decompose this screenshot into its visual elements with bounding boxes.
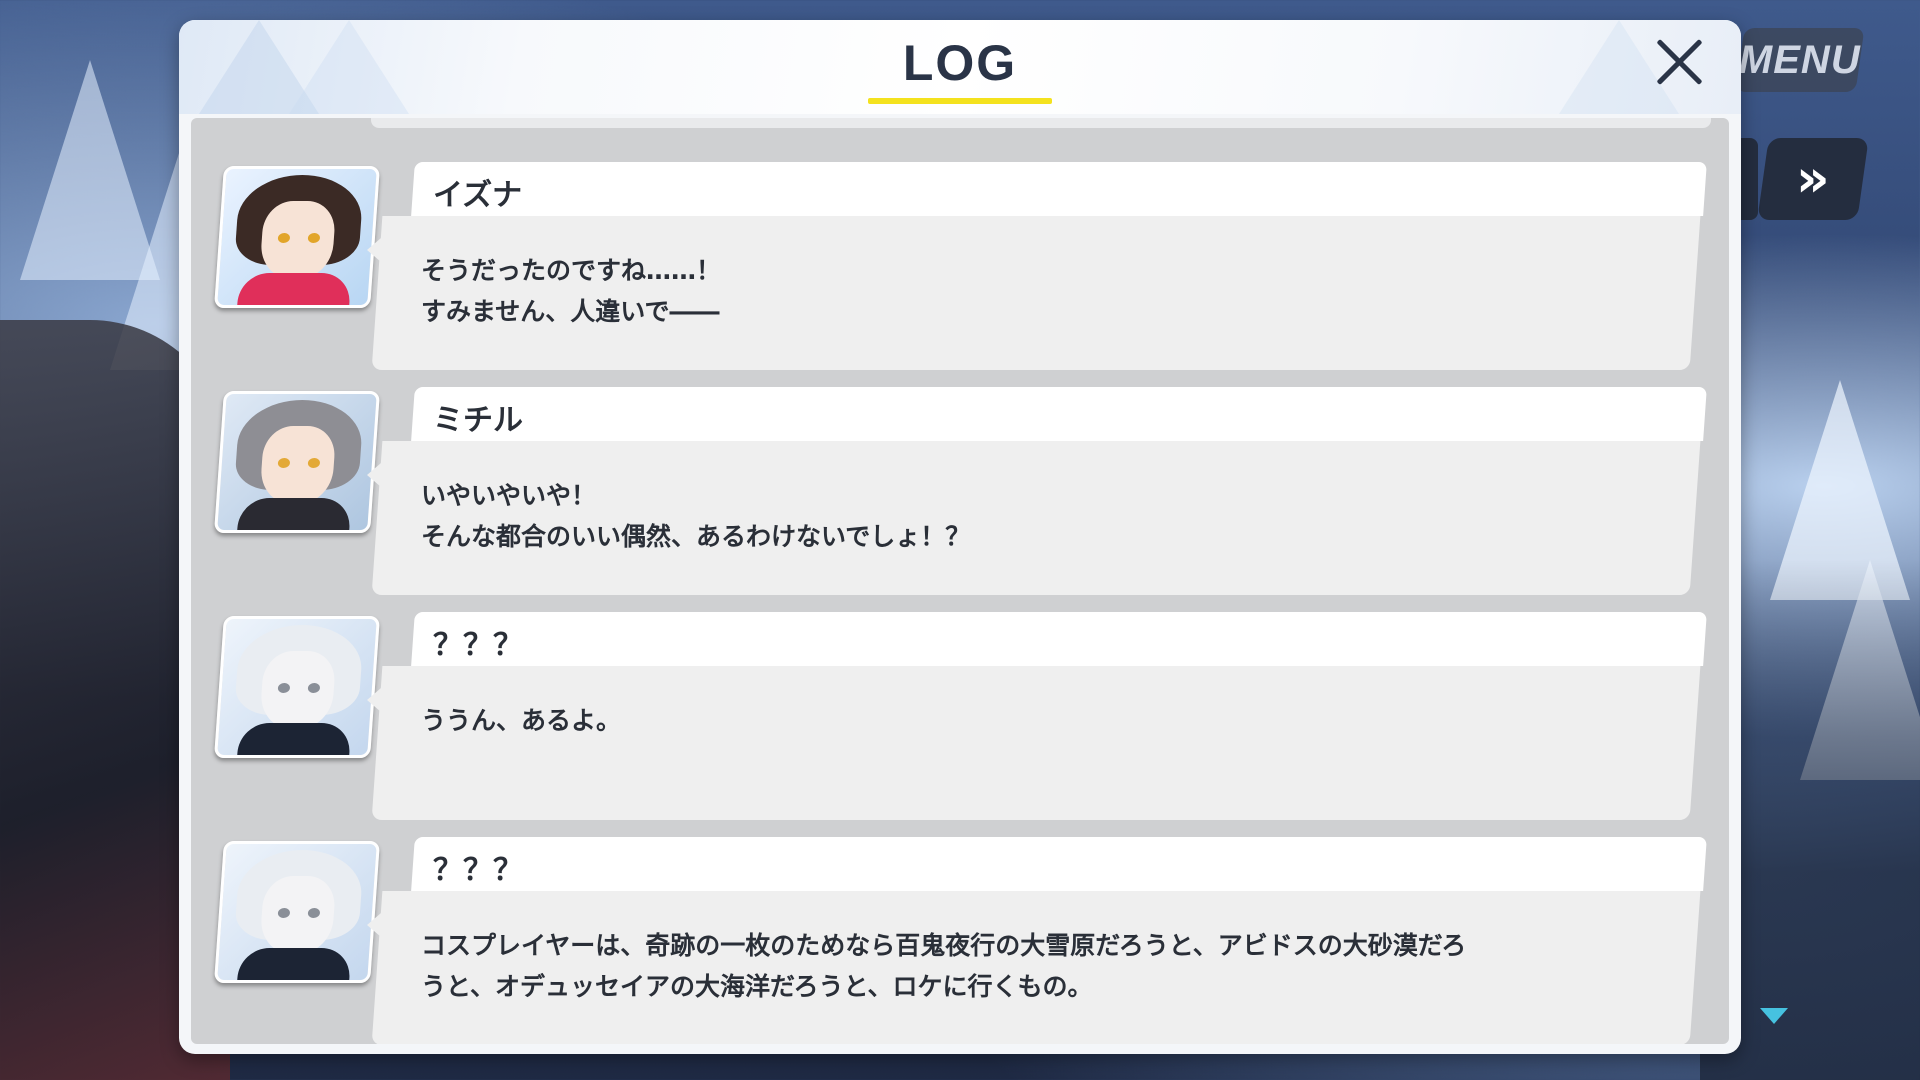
speaker-name-bar [411,612,1707,666]
auto-button[interactable] [1738,138,1758,220]
speaker-name: ？？？ [433,853,523,888]
log-list[interactable]: イズナ そうだったのですね……！ すみません、人違いで―― ミチル いやいやいや… [191,118,1729,1044]
previous-entry-edge [371,118,1711,128]
log-entry: イズナ そうだったのですね……！ すみません、人違いで―― [191,162,1729,372]
speaker-name-bar [411,837,1707,891]
message-box [371,666,1701,820]
izuna-portrait-avatar [214,166,380,308]
fast-forward-button[interactable]: » [1757,138,1869,220]
unknown-portrait-avatar [214,841,380,983]
log-entry: ミチル いやいやいや！ そんな都合のいい偶然、あるわけないでしょ！？ [191,387,1729,597]
fast-forward-icon: » [1796,149,1830,209]
menu-button[interactable]: MENU [1735,28,1865,92]
title-underline [868,98,1052,104]
speaker-name: イズナ [433,178,523,213]
michiru-portrait-avatar [214,391,380,533]
log-entry: ？？？ ううん、あるよ。 [191,612,1729,822]
speaker-name: ミチル [433,403,523,438]
message-text: ううん、あるよ。 [421,706,622,735]
speaker-name-bar [411,162,1707,216]
message-text: いやいやいや！ そんな都合のいい偶然、あるわけないでしょ！？ [421,481,971,551]
scroll-down-indicator-icon [1760,1008,1788,1024]
menu-label: MENU [1739,37,1861,82]
close-icon[interactable] [1652,34,1706,88]
log-modal-header: LOG [179,20,1741,114]
speaker-name-bar [411,387,1707,441]
message-text: そうだったのですね……！ すみません、人違いで―― [421,256,722,326]
log-modal: LOG イズナ そうだったのですね……！ すみません、人違いで―― ミチル いや… [179,20,1741,1054]
log-title: LOG [902,35,1018,91]
log-entry: ？？？ コスプレイヤーは、奇跡の一枚のためなら百鬼夜行の大雪原だろうと、アビドス… [191,837,1729,1044]
message-text: コスプレイヤーは、奇跡の一枚のためなら百鬼夜行の大雪原だろうと、アビドスの大砂漠… [421,931,1467,1001]
unknown-portrait-avatar [214,616,380,758]
speaker-name: ？？？ [433,628,523,663]
